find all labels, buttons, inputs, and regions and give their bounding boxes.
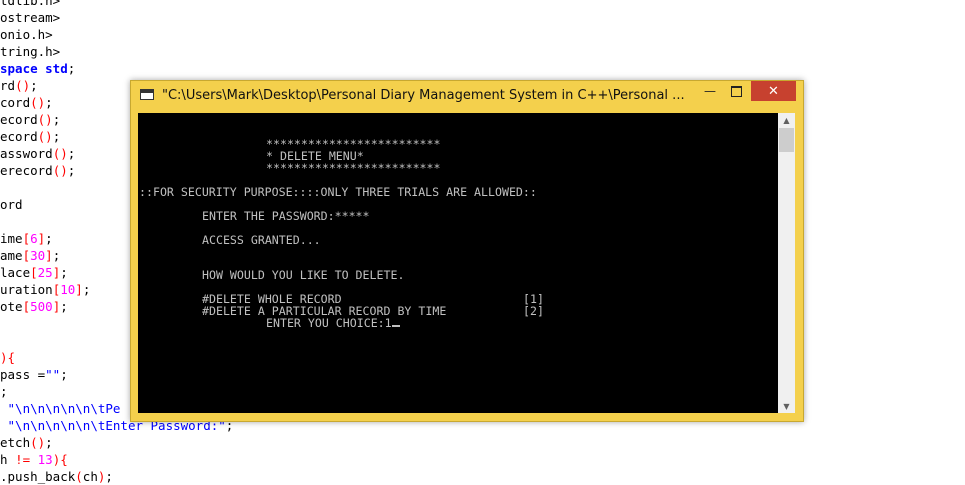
code-line: uration[10]; xyxy=(0,282,91,297)
code-line: etch(); xyxy=(0,435,53,450)
code-line: ord xyxy=(0,197,23,212)
code-line: assword(); xyxy=(0,146,76,161)
code-line: ote[500]; xyxy=(0,299,68,314)
minimize-icon: — xyxy=(704,84,716,98)
code-line: rd(); xyxy=(0,78,38,93)
code-line: ame[30]; xyxy=(0,248,61,263)
maximize-button[interactable] xyxy=(723,81,749,101)
scroll-thumb[interactable] xyxy=(779,128,794,152)
code-line: ; xyxy=(0,384,8,399)
access-granted-message: ACCESS GRANTED... xyxy=(202,233,321,247)
maximize-icon xyxy=(730,85,742,97)
code-line: space std; xyxy=(0,61,76,76)
option-delete-by-time-key: [2] xyxy=(523,304,544,318)
minimize-button[interactable]: — xyxy=(697,81,723,101)
code-line: ime[6]; xyxy=(0,231,53,246)
code-line: ecord(); xyxy=(0,129,61,144)
title-bar[interactable]: "C:\Users\Mark\Desktop\Personal Diary Ma… xyxy=(131,81,803,109)
console-output[interactable]: ************************* * DELETE MENU*… xyxy=(138,113,778,413)
security-notice: ::FOR SECURITY PURPOSE::::ONLY THREE TRI… xyxy=(139,185,537,199)
code-line: onio.h> xyxy=(0,27,53,42)
choice-prompt: ENTER YOU CHOICE:1 xyxy=(266,316,392,330)
window-title: "C:\Users\Mark\Desktop\Personal Diary Ma… xyxy=(162,88,685,103)
code-line: cord(); xyxy=(0,95,53,110)
code-line: ostream> xyxy=(0,10,61,25)
text-cursor xyxy=(391,325,400,327)
choice-prompt-line[interactable]: ENTER YOU CHOICE:1 xyxy=(266,317,400,329)
delete-question: HOW WOULD YOU LIKE TO DELETE. xyxy=(202,268,405,282)
code-line: tring.h> xyxy=(0,44,61,59)
code-line: ){ xyxy=(0,350,16,365)
code-line: lace[25]; xyxy=(0,265,68,280)
code-line: pass =""; xyxy=(0,367,68,382)
close-button[interactable]: ✕ xyxy=(751,81,796,101)
scroll-down-button[interactable]: ▼ xyxy=(778,399,795,413)
code-line: h != 13){ xyxy=(0,452,68,467)
code-line: erecord(); xyxy=(0,163,76,178)
vertical-scrollbar[interactable]: ▲ ▼ xyxy=(778,113,795,413)
code-line: "\n\n\n\n\n\tPe xyxy=(7,401,121,416)
code-line: tdlib.h> xyxy=(0,0,61,8)
code-line: .push_back(ch); xyxy=(0,469,113,484)
chevron-down-icon: ▼ xyxy=(783,401,790,411)
menu-stars-bottom: ************************* xyxy=(266,161,441,175)
console-app-icon[interactable] xyxy=(140,89,154,100)
chevron-up-icon: ▲ xyxy=(783,115,790,125)
scroll-up-button[interactable]: ▲ xyxy=(778,113,795,127)
close-icon: ✕ xyxy=(768,83,779,99)
console-window[interactable]: "C:\Users\Mark\Desktop\Personal Diary Ma… xyxy=(130,80,804,422)
password-prompt: ENTER THE PASSWORD:***** xyxy=(202,209,370,223)
code-line: ecord(); xyxy=(0,112,61,127)
